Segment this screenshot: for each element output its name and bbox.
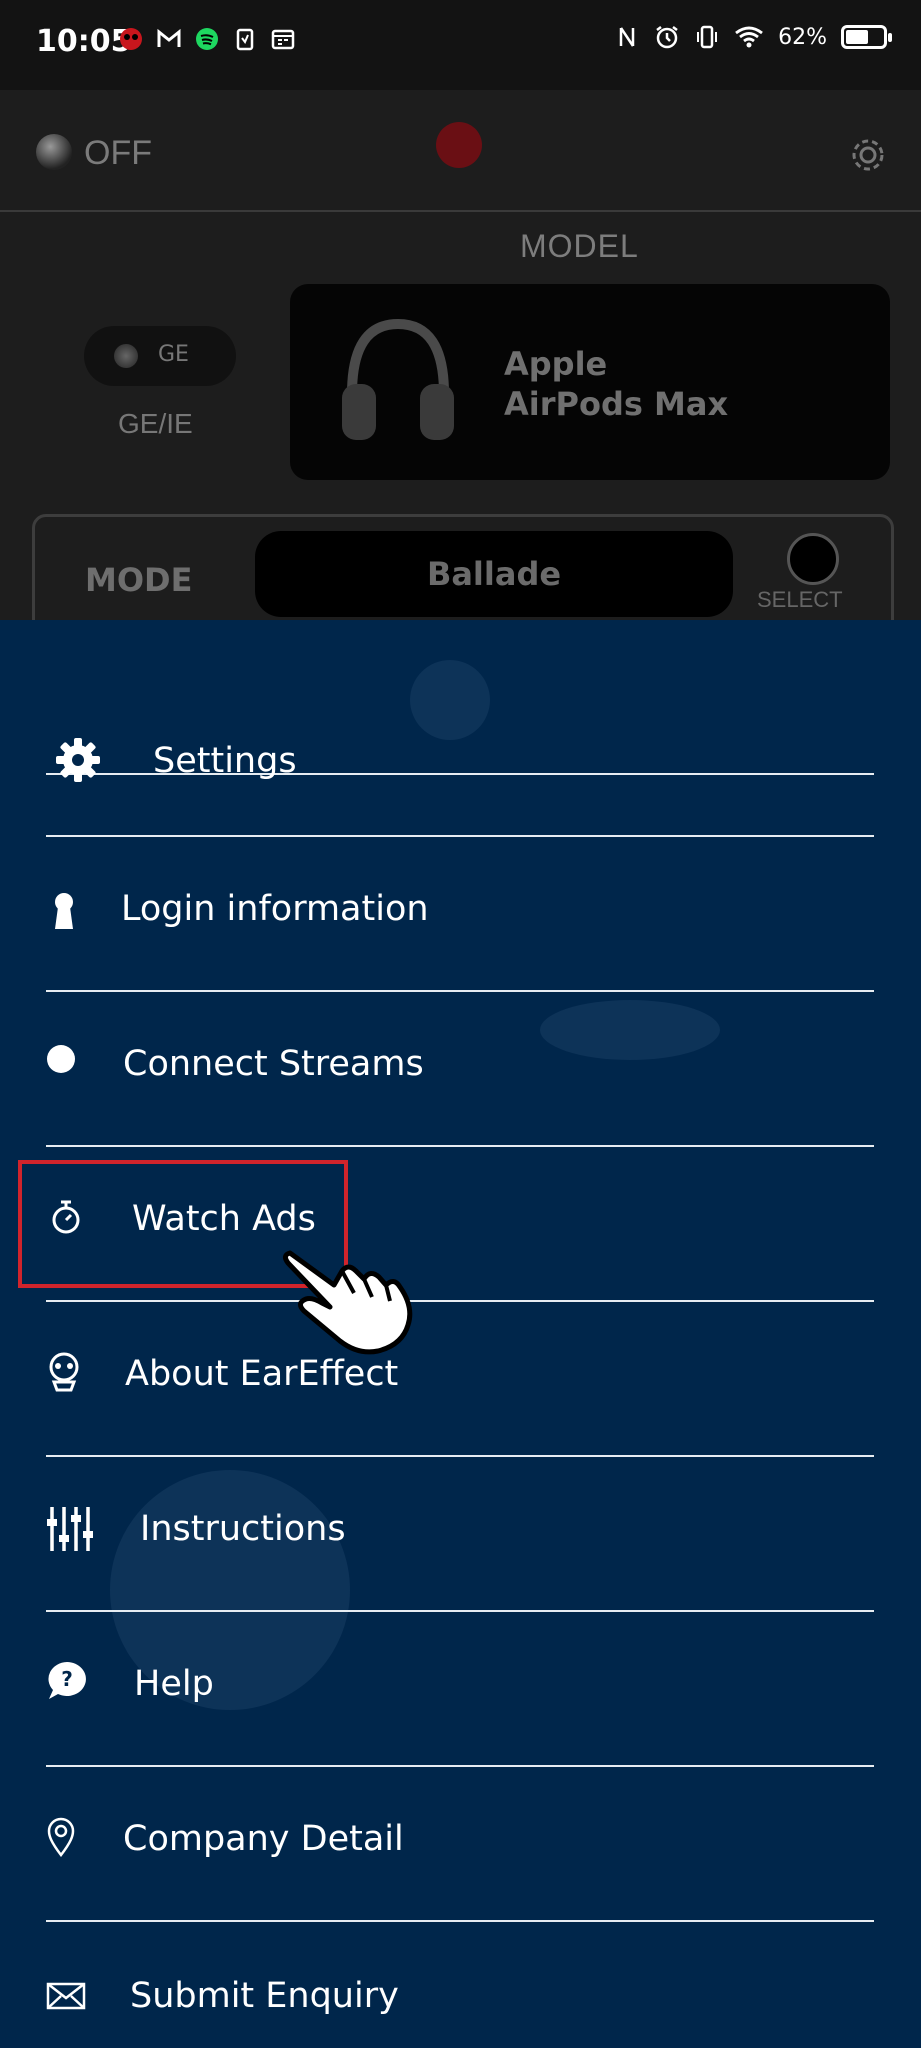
location-pin-icon bbox=[47, 1817, 75, 1857]
menu-item-label: About EarEffect bbox=[125, 1354, 399, 1394]
select-button[interactable] bbox=[787, 533, 839, 585]
menu-item-label: Submit Enquiry bbox=[130, 1976, 399, 2016]
battery-fill bbox=[846, 30, 868, 44]
nfc-icon bbox=[619, 27, 635, 47]
menu-item-label: Company Detail bbox=[123, 1819, 404, 1859]
help-bubble-icon: ? bbox=[48, 1662, 86, 1699]
menu-item-label: Help bbox=[134, 1664, 214, 1704]
menu-item-label: Login information bbox=[121, 889, 429, 929]
navigation-drawer: Settings Login information Connect Strea… bbox=[0, 620, 921, 2048]
headphone-icon bbox=[342, 318, 454, 440]
menu-item-company-detail[interactable]: Company Detail bbox=[46, 1767, 874, 1922]
mode-label: MODE bbox=[85, 561, 193, 599]
calendar-icon bbox=[271, 29, 295, 50]
notification-icons bbox=[118, 26, 296, 52]
mascot-icon bbox=[49, 1352, 79, 1392]
clipboard-icon bbox=[236, 28, 254, 51]
ge-toggle[interactable]: GE bbox=[84, 326, 236, 386]
keyhole-icon bbox=[55, 893, 73, 929]
menu-item-submit-enquiry[interactable]: Submit Enquiry bbox=[46, 1922, 874, 2048]
app-logo-icon bbox=[120, 28, 142, 50]
menu-item-about-eareffect[interactable]: About EarEffect bbox=[46, 1302, 874, 1457]
envelope-icon bbox=[46, 1982, 86, 2010]
model-card[interactable]: Apple AirPods Max bbox=[290, 284, 890, 480]
battery-icon bbox=[841, 25, 892, 49]
power-label: OFF bbox=[84, 134, 152, 172]
model-product: AirPods Max bbox=[504, 385, 729, 423]
battery-percent: 62% bbox=[778, 24, 827, 50]
menu-item-instructions[interactable]: Instructions bbox=[46, 1457, 874, 1612]
ge-knob-icon bbox=[114, 344, 138, 368]
system-indicators: 62% bbox=[614, 24, 892, 50]
gmail-icon bbox=[157, 28, 181, 47]
alarm-icon bbox=[656, 26, 678, 49]
ge-ie-label: GE/IE bbox=[118, 408, 193, 439]
status-bar: 10:05 62% bbox=[0, 0, 921, 90]
app-logo-icon bbox=[436, 122, 482, 168]
top-bar: OFF bbox=[0, 90, 921, 212]
settings-gear-icon[interactable] bbox=[847, 134, 889, 176]
select-label: SELECT bbox=[757, 587, 843, 612]
sliders-icon bbox=[47, 1507, 93, 1551]
ge-toggle-label: GE bbox=[158, 342, 189, 367]
menu-item-connect-streams[interactable]: Connect Streams bbox=[46, 992, 874, 1147]
svg-text:?: ? bbox=[61, 1667, 73, 1691]
menu-item-label: Connect Streams bbox=[123, 1044, 424, 1084]
app-main-screen: OFF MODEL GE GE/IE Apple AirPods Max MOD… bbox=[0, 90, 921, 640]
power-knob-icon[interactable] bbox=[36, 134, 72, 170]
wifi-icon bbox=[735, 26, 763, 48]
model-brand: Apple bbox=[504, 345, 608, 383]
menu-item-help[interactable]: ? Help bbox=[46, 1612, 874, 1767]
mode-value[interactable]: Ballade bbox=[255, 531, 733, 617]
pointing-hand-icon bbox=[282, 1250, 413, 1355]
model-title: MODEL bbox=[520, 228, 639, 264]
menu-item-login-information[interactable]: Login information bbox=[46, 837, 874, 992]
vibrate-icon bbox=[697, 25, 718, 49]
model-name: Apple AirPods Max bbox=[504, 344, 728, 424]
dot-icon bbox=[47, 1045, 75, 1073]
menu-item-label: Instructions bbox=[140, 1509, 346, 1549]
spotify-icon bbox=[196, 28, 218, 50]
menu-divider bbox=[46, 620, 874, 837]
